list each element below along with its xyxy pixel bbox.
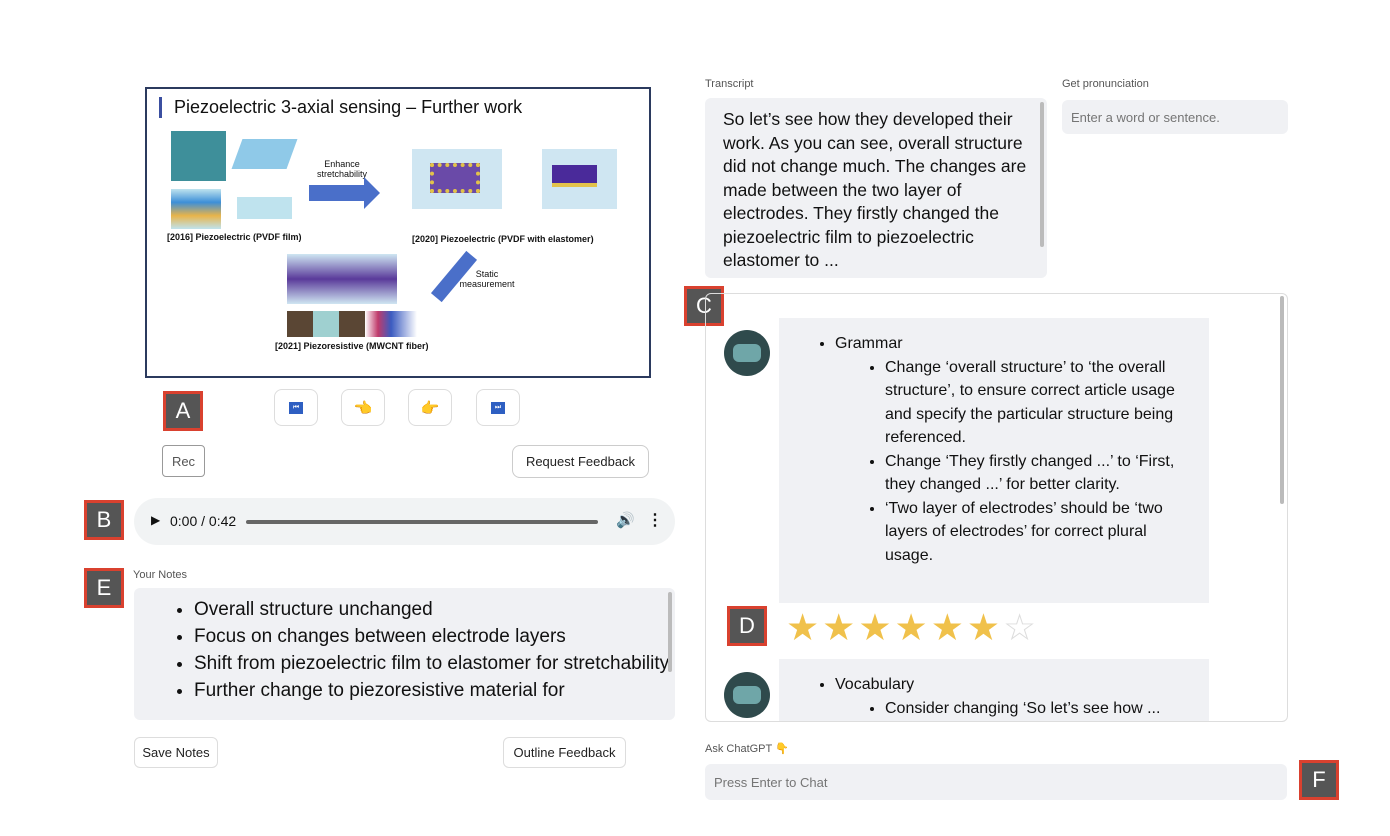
note-item: Shift from piezoelectric film to elastom…: [194, 650, 675, 677]
caption-2021: [2021] Piezoresistive (MWCNT fiber): [275, 341, 429, 351]
chat-label: Ask ChatGPT 👇: [705, 743, 789, 755]
save-notes-button[interactable]: Save Notes: [134, 737, 218, 768]
volume-icon[interactable]: 🔊: [616, 511, 635, 529]
figure-2016-b: [231, 139, 298, 169]
note-item: Overall structure unchanged: [194, 596, 675, 623]
star-rating[interactable]: ★ ★ ★ ★ ★ ★ ☆: [786, 609, 1036, 646]
pointing-left-icon: 👈: [353, 399, 373, 417]
vocab-item: Consider changing ‘So let’s see how ...: [885, 697, 1189, 721]
label-f: F: [1299, 760, 1339, 800]
outline-feedback-button[interactable]: Outline Feedback: [503, 737, 626, 768]
figure-2020-a: [412, 149, 502, 209]
feedback-scrollbar[interactable]: [1280, 296, 1284, 504]
slide-display: Piezoelectric 3-axial sensing – Further …: [145, 87, 651, 378]
caption-2016: [2016] Piezoelectric (PVDF film): [167, 232, 302, 242]
label-e: E: [84, 568, 124, 608]
grammar-item: ‘Two layer of electrodes’ should be ‘two…: [885, 497, 1189, 568]
arrow-label-stretchability: Enhance stretchability: [316, 159, 368, 179]
star-icon[interactable]: ★: [895, 609, 928, 646]
transcript-label: Transcript: [705, 78, 754, 90]
request-feedback-button[interactable]: Request Feedback: [512, 445, 649, 478]
notes-textarea[interactable]: Overall structure unchanged Focus on cha…: [134, 588, 675, 720]
figure-2020-b: [542, 149, 617, 209]
first-slide-icon: ⏮: [289, 401, 303, 414]
last-slide-icon: ⏭: [491, 401, 505, 414]
next-slide-button[interactable]: 👉: [408, 389, 452, 426]
vocabulary-feedback-message: Vocabulary Consider changing ‘So let’s s…: [779, 659, 1209, 721]
note-item: Further change to piezoresistive materia…: [194, 677, 675, 704]
label-a: A: [163, 391, 203, 431]
previous-slide-button[interactable]: 👈: [341, 389, 385, 426]
arrow-right: [309, 185, 364, 201]
note-item: Focus on changes between electrode layer…: [194, 623, 675, 650]
grammar-item: Change ‘They firstly changed ...’ to ‘Fi…: [885, 450, 1189, 497]
audio-seek-bar[interactable]: [246, 520, 598, 524]
pronunciation-input[interactable]: [1062, 100, 1288, 134]
audio-player: ▶ 0:00 / 0:42 🔊 ⋮: [134, 498, 675, 545]
chat-input[interactable]: [705, 764, 1287, 800]
vocab-title: Vocabulary: [835, 676, 915, 693]
more-options-icon[interactable]: ⋮: [647, 510, 663, 530]
figure-2016-a: [171, 131, 226, 181]
slide-title: Piezoelectric 3-axial sensing – Further …: [159, 97, 522, 118]
first-slide-button[interactable]: ⏮: [274, 389, 318, 426]
grammar-title: Grammar: [835, 335, 903, 352]
transcript-scrollbar[interactable]: [1040, 102, 1044, 247]
star-icon[interactable]: ★: [931, 609, 964, 646]
figure-2016-d: [237, 197, 292, 219]
transcript-text: So let’s see how they developed their wo…: [723, 109, 1027, 270]
play-icon[interactable]: ▶: [151, 513, 160, 527]
pronunciation-label: Get pronunciation: [1062, 78, 1149, 90]
star-icon[interactable]: ★: [822, 609, 855, 646]
bot-avatar: [724, 330, 770, 376]
grammar-feedback-message: Grammar Change ‘overall structure’ to ‘t…: [779, 318, 1209, 603]
star-icon[interactable]: ★: [858, 609, 891, 646]
label-d: D: [727, 606, 767, 646]
transcript-textarea[interactable]: So let’s see how they developed their wo…: [705, 98, 1047, 278]
rec-button[interactable]: Rec: [162, 445, 205, 477]
figure-2016-c: [171, 189, 221, 229]
figure-2021-a: [287, 254, 397, 304]
star-icon[interactable]: ★: [967, 609, 1000, 646]
last-slide-button[interactable]: ⏭: [476, 389, 520, 426]
caption-2020: [2020] Piezoelectric (PVDF with elastome…: [412, 234, 594, 244]
figure-2021-b: [287, 311, 417, 337]
star-empty-icon[interactable]: ☆: [1003, 609, 1036, 646]
grammar-item: Change ‘overall structure’ to ‘the overa…: [885, 356, 1189, 450]
pointing-right-icon: 👉: [420, 399, 440, 417]
audio-time: 0:00 / 0:42: [170, 513, 237, 529]
notes-scrollbar[interactable]: [668, 592, 672, 672]
label-b: B: [84, 500, 124, 540]
notes-label: Your Notes: [133, 569, 188, 581]
star-icon[interactable]: ★: [786, 609, 819, 646]
bot-avatar: [724, 672, 770, 718]
arrow-right-head: [364, 177, 380, 209]
